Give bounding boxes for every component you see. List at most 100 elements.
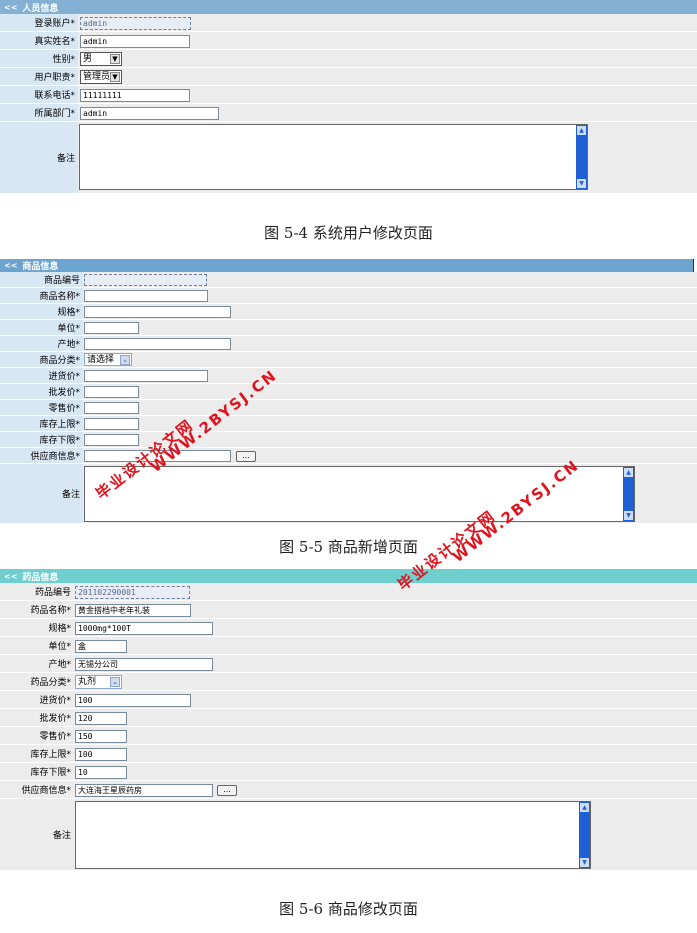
purchase-price-input[interactable]	[84, 370, 208, 382]
login-account-field: admin	[80, 17, 191, 30]
field-label: 产地*	[0, 655, 74, 672]
field-label: 真实姓名*	[0, 32, 78, 49]
scroll-down-icon[interactable]: ▼	[577, 179, 586, 188]
gender-select[interactable]: 男 ▼	[80, 52, 122, 66]
spec-input[interactable]	[84, 306, 231, 318]
origin-input[interactable]: 无锡分公司	[75, 658, 213, 671]
form-row-retail: 零售价*	[0, 400, 697, 416]
collapse-chevron-icon[interactable]: <<	[4, 3, 17, 12]
field-label: 零售价*	[0, 727, 74, 744]
drug-code-field: 201102290001	[75, 586, 190, 599]
stock-max-input[interactable]: 100	[75, 748, 127, 761]
supplier-picker-button[interactable]: ...	[217, 785, 237, 796]
scrollbar[interactable]: ▲ ▼	[579, 802, 590, 868]
retail-price-input[interactable]	[84, 402, 139, 414]
panel-title: 人员信息	[22, 3, 59, 14]
collapse-chevron-icon[interactable]: <<	[4, 572, 17, 581]
stock-min-input[interactable]: 10	[75, 766, 127, 779]
form-row-remark: 备注 ▲ ▼	[0, 122, 697, 194]
form-row-category: 商品分类* 请选择 ⌄	[0, 352, 697, 368]
supplier-input[interactable]: 大连海王星辰药房	[75, 784, 213, 797]
department-input[interactable]: admin	[80, 107, 219, 120]
form-row-unit: 单位* 盒	[0, 637, 697, 655]
scrollbar[interactable]: ▲ ▼	[623, 467, 634, 521]
form-row-wholesale: 批发价* 120	[0, 709, 697, 727]
form-row-gender: 性别* 男 ▼	[0, 50, 697, 68]
form-row-purchase: 进货价*	[0, 368, 697, 384]
form-row-realname: 真实姓名* admin	[0, 32, 697, 50]
dropdown-arrow-icon: ▼	[110, 54, 120, 64]
field-label: 进货价*	[0, 368, 83, 383]
form-row-code: 药品编号 201102290001	[0, 583, 697, 601]
form-row-origin: 产地* 无锡分公司	[0, 655, 697, 673]
form-row-stock-max: 库存上限* 100	[0, 745, 697, 763]
retail-price-input[interactable]: 150	[75, 730, 127, 743]
wholesale-price-input[interactable]: 120	[75, 712, 127, 725]
form-row-dept: 所属部门* admin	[0, 104, 697, 122]
supplier-picker-button[interactable]: ...	[236, 451, 256, 462]
field-label: 供应商信息*	[0, 448, 83, 463]
form-row-category: 药品分类* 丸剂 ⌄	[0, 673, 697, 691]
field-label: 进货价*	[0, 691, 74, 708]
field-label: 产地*	[0, 336, 83, 351]
stock-max-input[interactable]	[84, 418, 139, 430]
scroll-up-icon[interactable]: ▲	[577, 126, 586, 135]
origin-input[interactable]	[84, 338, 231, 350]
panel-title: 商品信息	[22, 262, 59, 272]
field-label: 单位*	[0, 320, 83, 335]
field-label: 所属部门*	[0, 104, 78, 121]
phone-input[interactable]: 11111111	[80, 89, 190, 102]
stock-min-input[interactable]	[84, 434, 139, 446]
category-select[interactable]: 请选择 ⌄	[84, 353, 132, 366]
figure-caption-5-4: 图 5-4 系统用户修改页面	[264, 224, 433, 242]
wholesale-price-input[interactable]	[84, 386, 139, 398]
product-name-input[interactable]	[84, 290, 208, 302]
drug-name-input[interactable]: 黄金搭档中老年礼装	[75, 604, 191, 617]
field-label: 批发价*	[0, 384, 83, 399]
figure-caption-5-5: 图 5-5 商品新增页面	[279, 538, 418, 556]
field-label: 用户职责*	[0, 68, 78, 85]
form-row-purchase: 进货价* 100	[0, 691, 697, 709]
scroll-down-icon[interactable]: ▼	[580, 858, 589, 867]
field-label: 库存上限*	[0, 416, 83, 431]
drug-info-panel: << 药品信息 药品编号 201102290001 药品名称* 黄金搭档中老年礼…	[0, 569, 697, 881]
field-label: 库存上限*	[0, 745, 74, 762]
field-label: 单位*	[0, 637, 74, 654]
form-row-spec: 规格* 1000mg*100T	[0, 619, 697, 637]
spec-input[interactable]: 1000mg*100T	[75, 622, 213, 635]
dropdown-arrow-icon: ⌄	[110, 677, 120, 687]
scroll-down-icon[interactable]: ▼	[624, 511, 633, 520]
purchase-price-input[interactable]: 100	[75, 694, 191, 707]
category-select[interactable]: 丸剂 ⌄	[75, 675, 122, 689]
remark-textarea[interactable]: ▲ ▼	[79, 124, 588, 190]
form-row-stock-max: 库存上限*	[0, 416, 697, 432]
field-label: 商品名称*	[0, 288, 83, 303]
field-label: 批发价*	[0, 709, 74, 726]
role-select[interactable]: 管理员 ▼	[80, 70, 122, 84]
form-row-spec: 规格*	[0, 304, 697, 320]
form-row-wholesale: 批发价*	[0, 384, 697, 400]
scrollbar[interactable]: ▲ ▼	[576, 125, 587, 189]
form-row-code: 商品编号	[0, 272, 697, 288]
unit-input[interactable]: 盒	[75, 640, 127, 653]
dropdown-arrow-icon: ⌄	[120, 355, 130, 365]
field-label: 商品分类*	[0, 352, 83, 367]
form-row-stock-min: 库存下限*	[0, 432, 697, 448]
panel-header: << 商品信息	[0, 259, 697, 273]
field-label: 库存下限*	[0, 763, 74, 780]
scroll-up-icon[interactable]: ▲	[580, 803, 589, 812]
form-row-origin: 产地*	[0, 336, 697, 352]
panel-header: << 药品信息	[0, 569, 697, 583]
collapse-chevron-icon[interactable]: <<	[4, 261, 17, 270]
field-label: 备注	[0, 122, 78, 193]
panel-header: << 人员信息	[0, 0, 697, 14]
real-name-input[interactable]: admin	[80, 35, 190, 48]
field-label: 规格*	[0, 619, 74, 636]
form-row-supplier: 供应商信息* 大连海王星辰药房 ...	[0, 781, 697, 799]
form-row-retail: 零售价* 150	[0, 727, 697, 745]
unit-input[interactable]	[84, 322, 139, 334]
scroll-up-icon[interactable]: ▲	[624, 468, 633, 477]
form-row-name: 商品名称*	[0, 288, 697, 304]
field-label: 商品编号	[0, 272, 83, 287]
remark-textarea[interactable]: ▲ ▼	[75, 801, 591, 869]
